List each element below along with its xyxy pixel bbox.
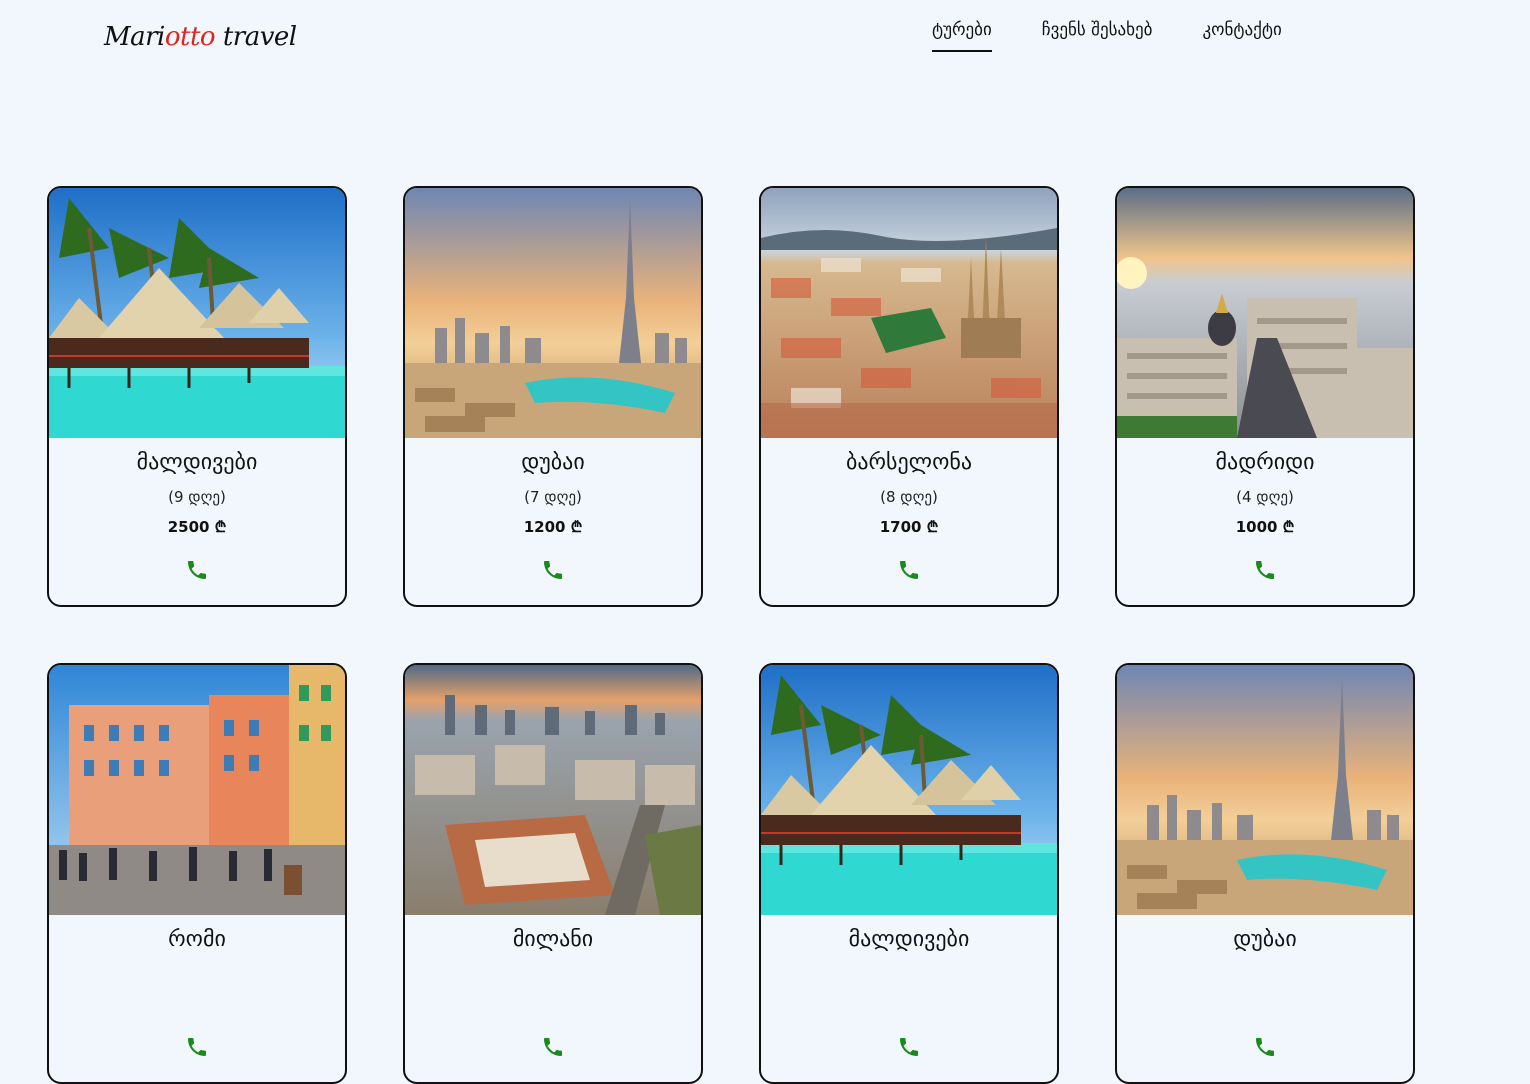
tour-title: მადრიდი [1215, 450, 1315, 475]
phone-icon[interactable] [541, 1035, 565, 1059]
tour-title: დუბაი [1233, 927, 1297, 952]
tour-image[interactable] [761, 665, 1057, 915]
phone-icon[interactable] [897, 1035, 921, 1059]
nav-item-tours[interactable]: ტურები [932, 20, 992, 52]
tour-title: ბარსელონა [845, 450, 973, 475]
tour-price: 1700 ₾ [879, 518, 939, 536]
tour-card[interactable]: რომი [47, 663, 347, 1084]
phone-icon[interactable] [897, 558, 921, 582]
nav-item-about[interactable]: ჩვენს შესახებ [1042, 20, 1153, 52]
tour-title: დუბაი [521, 450, 585, 475]
tour-card[interactable]: დუბაი [1115, 663, 1415, 1084]
tour-card[interactable]: ბარსელონა (8 დღე) 1700 ₾ [759, 186, 1059, 607]
tour-title: რომი [168, 927, 226, 952]
tour-card[interactable]: მალდივები (9 დღე) 2500 ₾ [47, 186, 347, 607]
tour-image[interactable] [1117, 188, 1413, 438]
logo-text-accent: otto [164, 22, 216, 52]
tour-image[interactable] [49, 188, 345, 438]
tour-title: მალდივები [848, 927, 970, 952]
tour-image[interactable] [1117, 665, 1413, 915]
site-header: Mariotto travel ტურები ჩვენს შესახებ კონ… [0, 0, 1530, 80]
tour-card[interactable]: დუბაი (7 დღე) 1200 ₾ [403, 186, 703, 607]
logo-text-end: travel [215, 22, 297, 52]
phone-icon[interactable] [1253, 1035, 1277, 1059]
main-nav: ტურები ჩვენს შესახებ კონტაქტი [932, 20, 1332, 52]
tour-card[interactable]: მადრიდი (4 დღე) 1000 ₾ [1115, 186, 1415, 607]
tour-duration: (7 დღე) [524, 488, 582, 506]
tour-duration: (9 დღე) [168, 488, 226, 506]
tour-image[interactable] [405, 188, 701, 438]
site-logo[interactable]: Mariotto travel [104, 22, 297, 52]
tour-price: 1200 ₾ [523, 518, 583, 536]
tour-title: მალდივები [136, 450, 258, 475]
nav-item-contact[interactable]: კონტაქტი [1202, 20, 1281, 52]
tour-image[interactable] [405, 665, 701, 915]
tour-title: მილანი [512, 927, 594, 952]
tour-duration: (8 დღე) [880, 488, 938, 506]
tour-duration: (4 დღე) [1236, 488, 1294, 506]
tour-price: 1000 ₾ [1235, 518, 1295, 536]
tour-image[interactable] [761, 188, 1057, 438]
phone-icon[interactable] [185, 558, 209, 582]
phone-icon[interactable] [185, 1035, 209, 1059]
phone-icon[interactable] [541, 558, 565, 582]
tour-card[interactable]: მილანი [403, 663, 703, 1084]
tour-price: 2500 ₾ [167, 518, 227, 536]
tour-image[interactable] [49, 665, 345, 915]
logo-text-start: Mari [104, 22, 165, 52]
phone-icon[interactable] [1253, 558, 1277, 582]
tour-card[interactable]: მალდივები [759, 663, 1059, 1084]
